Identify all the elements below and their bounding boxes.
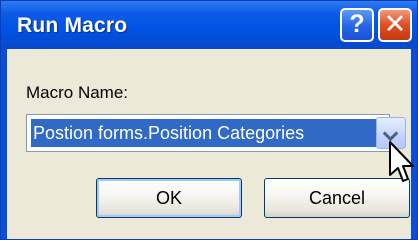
chevron-down-icon	[382, 125, 399, 142]
close-button[interactable]: ✕	[378, 8, 412, 42]
macro-name-value[interactable]: Postion forms.Position Categories	[31, 119, 377, 147]
macro-name-combobox[interactable]: Postion forms.Position Categories	[26, 114, 390, 152]
help-button[interactable]: ?	[340, 8, 374, 42]
help-icon: ?	[349, 10, 365, 38]
close-icon: ✕	[383, 9, 407, 39]
mouse-cursor-icon	[389, 141, 414, 182]
macro-name-label: Macro Name:	[26, 83, 129, 102]
dialog-title: Run Macro	[17, 14, 128, 37]
ok-button[interactable]: OK	[96, 178, 242, 218]
title-bar: Run Macro ? ✕	[1, 1, 417, 49]
